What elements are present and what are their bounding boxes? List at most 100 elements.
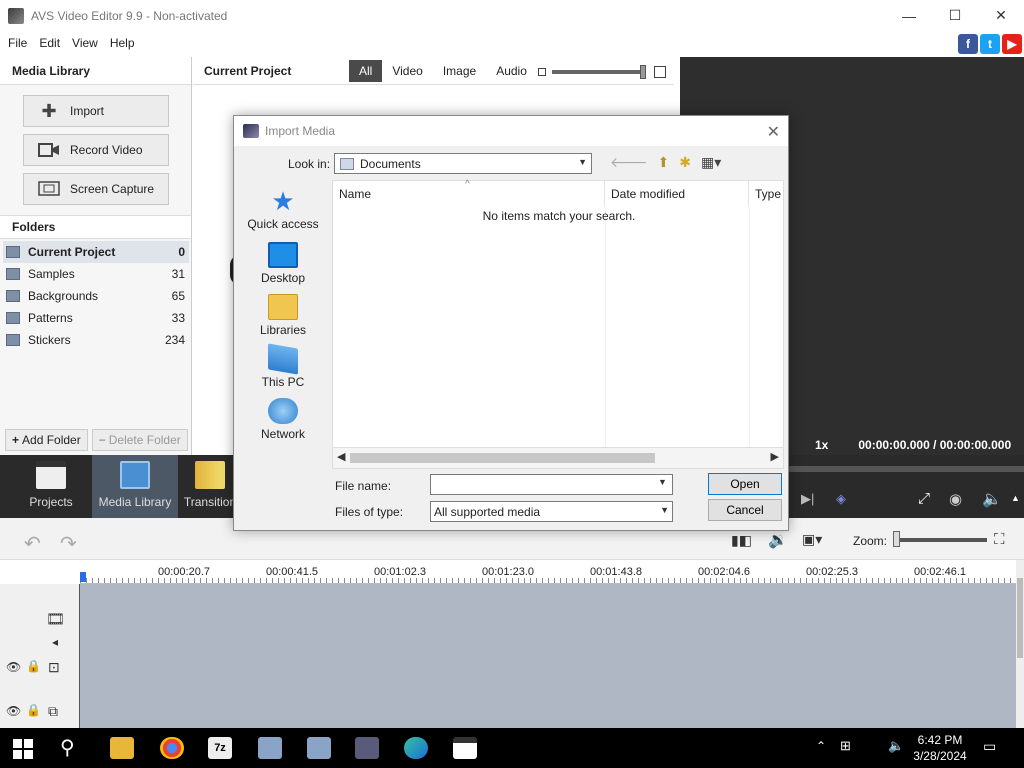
files-of-type-dropdown[interactable]: All supported media ▼ (430, 501, 673, 522)
menu-view[interactable]: View (68, 36, 102, 50)
look-in-dropdown[interactable]: Documents ▼ (334, 153, 592, 174)
thumbnail-size-slider[interactable] (538, 65, 666, 79)
volume-tray-icon[interactable]: 🔈 (888, 738, 904, 754)
redo-icon[interactable]: ↷ (60, 531, 77, 556)
fullscreen-icon[interactable]: ⤢ (918, 490, 930, 507)
transitions-button[interactable]: Transition (183, 455, 237, 518)
file-list[interactable]: Name ^ Date modified Type No items match… (332, 179, 785, 469)
maximize-button[interactable]: ☐ (932, 0, 978, 31)
file-name-input[interactable] (430, 474, 673, 495)
notifications-icon[interactable]: ▭ (983, 738, 996, 755)
folder-name: Samples (28, 267, 75, 281)
scroll-right-icon[interactable]: ▶ (771, 450, 779, 463)
place-desktop[interactable]: Desktop (241, 242, 325, 285)
up-folder-icon[interactable]: ⬆ (658, 154, 670, 171)
start-button[interactable] (13, 739, 33, 759)
place-this-pc[interactable]: This PC (241, 343, 325, 389)
twitter-icon[interactable]: t (980, 34, 1000, 54)
view-menu-icon[interactable]: ▦▾ (701, 154, 721, 171)
audio-mixer-icon[interactable]: 🔉 (768, 530, 788, 550)
timeline-scrollbar[interactable] (1016, 560, 1024, 728)
close-button[interactable]: ✕ (978, 0, 1024, 31)
record-video-button[interactable]: Record Video (23, 134, 169, 166)
timeline-ruler[interactable]: 00:00:20.7 00:00:41.5 00:01:02.3 00:01:2… (80, 560, 1024, 584)
clock[interactable]: 6:42 PM 3/28/2024 (905, 732, 975, 764)
filter-video[interactable]: Video (382, 60, 432, 82)
file-list-hscrollbar[interactable]: ◀ ▶ (333, 447, 783, 468)
place-quick-access[interactable]: ★ Quick access (241, 188, 325, 231)
projects-button[interactable]: Projects (22, 455, 80, 518)
menu-edit[interactable]: Edit (35, 36, 64, 50)
eye-icon[interactable]: 👁 (6, 704, 21, 718)
next-frame-icon[interactable]: ▶| (801, 491, 814, 507)
7zip-icon[interactable]: 7z (208, 737, 232, 759)
undo-icon[interactable]: ↶ (24, 531, 41, 556)
overlay-track-icon: ⧉ (48, 703, 58, 719)
avs-video-icon[interactable] (355, 737, 379, 759)
network-icon[interactable]: ⊞ (840, 738, 851, 754)
split-icon[interactable]: ▮◧ (731, 532, 752, 549)
facebook-icon[interactable]: f (958, 34, 978, 54)
add-folder-button[interactable]: + Add Folder (5, 429, 88, 451)
search-icon[interactable]: ⚲ (60, 735, 75, 760)
filter-all[interactable]: All (349, 60, 383, 82)
loop-icon[interactable]: ◈ (836, 491, 846, 507)
eye-icon[interactable]: 👁 (6, 660, 21, 674)
open-button[interactable]: Open (708, 473, 782, 495)
youtube-icon[interactable]: ▶ (1002, 34, 1022, 54)
display-mode-icon[interactable]: ▣▾ (802, 531, 822, 548)
dialog-close-icon[interactable]: ✕ (767, 122, 780, 142)
volume-icon[interactable]: 🔈 (982, 489, 1002, 509)
speed-label[interactable]: 1x (815, 438, 828, 452)
menu-help[interactable]: Help (106, 36, 139, 50)
folder-stickers[interactable]: Stickers 234 (3, 329, 189, 351)
slider-knob[interactable] (640, 65, 646, 79)
preview-seekbar[interactable] (785, 466, 1024, 472)
import-button[interactable]: ✚ Import (23, 95, 169, 127)
zoom-track[interactable] (895, 538, 987, 542)
screen-capture-button[interactable]: Screen Capture (23, 173, 169, 205)
folder-backgrounds[interactable]: Backgrounds 65 (3, 285, 189, 307)
column-date-modified[interactable]: Date modified (605, 181, 749, 207)
place-network[interactable]: Network (241, 398, 325, 441)
lock-icon[interactable]: 🔒 (26, 703, 41, 717)
scroll-thumb[interactable] (1017, 578, 1023, 658)
filter-audio[interactable]: Audio (486, 60, 537, 82)
installer-icon-2[interactable] (307, 737, 331, 759)
folder-samples[interactable]: Samples 31 (3, 263, 189, 285)
place-libraries[interactable]: Libraries (241, 294, 325, 337)
lock-icon[interactable]: 🔒 (26, 659, 41, 673)
delete-folder-button[interactable]: − Delete Folder (91, 429, 188, 451)
menu-file[interactable]: File (4, 36, 31, 50)
filter-image[interactable]: Image (433, 60, 486, 82)
file-explorer-icon[interactable] (110, 737, 134, 759)
zoom-knob[interactable] (893, 531, 900, 547)
back-arrow-icon[interactable]: 🡐 (610, 154, 648, 171)
chrome-icon[interactable] (160, 737, 184, 759)
scroll-thumb[interactable] (350, 453, 655, 463)
tray-chevron-icon[interactable]: ⌃ (816, 739, 826, 753)
cancel-button[interactable]: Cancel (708, 499, 782, 521)
clapperboard-app-icon[interactable] (453, 737, 477, 759)
column-type[interactable]: Type (749, 181, 785, 207)
media-library-button[interactable]: Media Library (92, 455, 178, 518)
mute-icon[interactable]: ◂ (52, 635, 58, 649)
current-project-title: Current Project All Video Image Audio (193, 57, 674, 85)
fit-timeline-icon[interactable]: ⛶ (994, 531, 1005, 548)
scroll-left-icon[interactable]: ◀ (337, 450, 345, 463)
minimize-button[interactable]: — (886, 0, 932, 31)
folder-current-project[interactable]: Current Project 0 (3, 241, 189, 263)
chevron-down-icon[interactable]: ▼ (658, 477, 667, 487)
folder-icon (6, 334, 20, 346)
file-name-label: File name: (335, 479, 392, 493)
playhead[interactable] (80, 572, 86, 582)
more-arrow-icon[interactable]: ▲ (1011, 493, 1020, 503)
transitions-label: Transition (183, 495, 237, 509)
edge-icon[interactable] (404, 737, 428, 759)
new-folder-icon[interactable]: ✱ (679, 154, 691, 171)
installer-icon[interactable] (258, 737, 282, 759)
column-name[interactable]: Name ^ (333, 179, 605, 207)
snapshot-icon[interactable]: ◉ (949, 490, 962, 508)
folder-patterns[interactable]: Patterns 33 (3, 307, 189, 329)
timeline-tracks[interactable] (80, 584, 1016, 728)
